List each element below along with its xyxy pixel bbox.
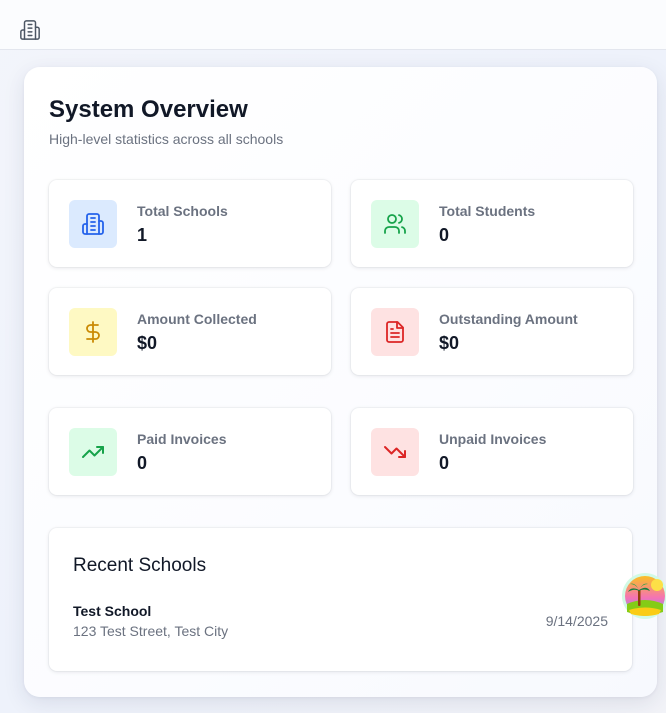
stat-label: Paid Invoices [137, 431, 227, 447]
stat-label: Unpaid Invoices [439, 431, 547, 447]
stat-card-amount-collected: Amount Collected $0 [49, 288, 331, 375]
stat-value: 0 [137, 453, 148, 473]
school-date: 9/14/2025 [545, 613, 608, 629]
school-name: Test School [73, 603, 152, 619]
recent-schools-title: Recent Schools [73, 555, 207, 576]
beach-avatar-icon[interactable] [621, 572, 666, 620]
stat-label: Total Schools [137, 203, 228, 219]
school-list-item[interactable]: Test School 123 Test Street, Test City 9… [73, 600, 608, 644]
stat-value: $0 [439, 333, 460, 353]
page-subtitle: High-level statistics across all schools [49, 131, 284, 147]
stat-value: 1 [137, 225, 148, 245]
building-icon [69, 200, 117, 248]
trending-up-icon [69, 428, 117, 476]
top-bar [0, 0, 666, 50]
stat-card-total-students: Total Students 0 [351, 180, 633, 267]
building-icon[interactable] [19, 19, 41, 41]
stat-value: 0 [439, 225, 450, 245]
trending-down-icon [371, 428, 419, 476]
stat-value: 0 [439, 453, 450, 473]
stat-card-unpaid-invoices: Unpaid Invoices 0 [351, 408, 633, 495]
recent-schools-card: Recent Schools Test School 123 Test Stre… [49, 528, 632, 671]
stat-card-outstanding-amount: Outstanding Amount $0 [351, 288, 633, 375]
dollar-icon [69, 308, 117, 356]
stat-label: Amount Collected [137, 311, 257, 327]
stat-card-paid-invoices: Paid Invoices 0 [49, 408, 331, 495]
school-address: 123 Test Street, Test City [73, 623, 229, 639]
stat-label: Outstanding Amount [439, 311, 578, 327]
users-icon [371, 200, 419, 248]
file-text-icon [371, 308, 419, 356]
stat-card-total-schools: Total Schools 1 [49, 180, 331, 267]
stat-label: Total Students [439, 203, 536, 219]
stat-value: $0 [137, 333, 158, 353]
page-title: System Overview [49, 96, 248, 123]
